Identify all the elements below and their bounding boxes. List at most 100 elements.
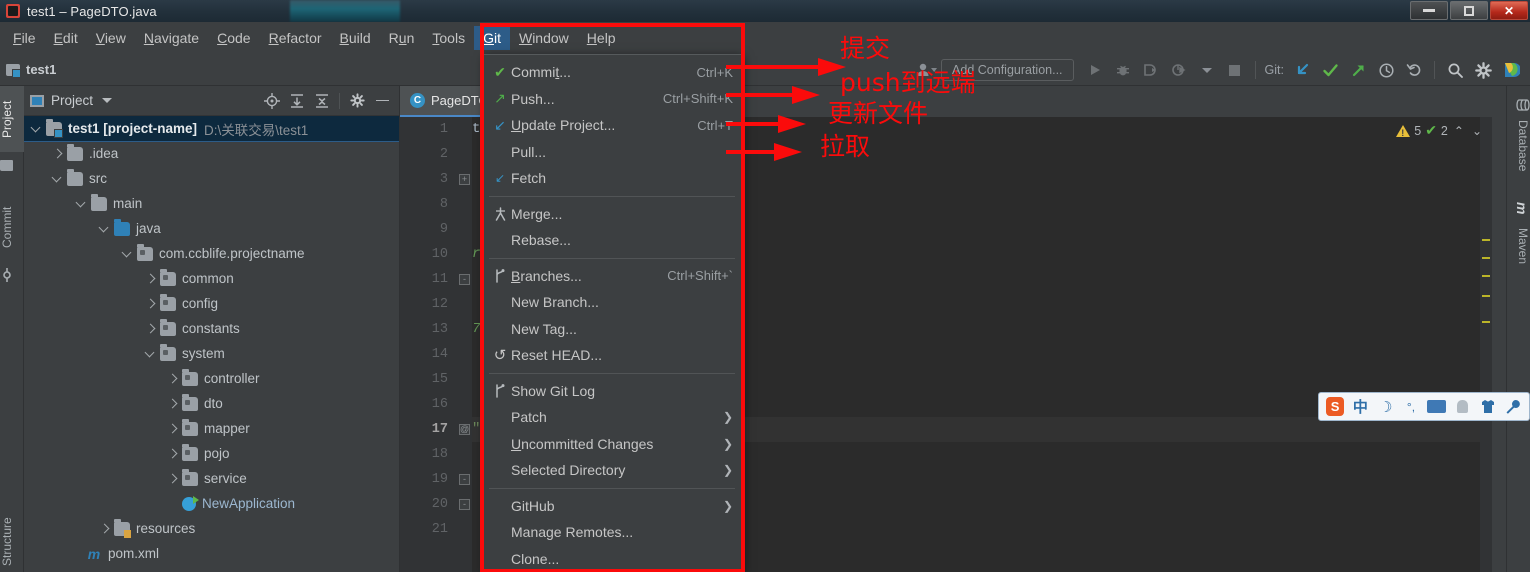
chevron-right-icon[interactable] <box>144 297 158 311</box>
editor-gutter[interactable]: 1 2 3 8 9 10 11 12 13 14 15 16 17 18 19 … <box>400 117 458 572</box>
chevron-right-icon[interactable] <box>166 397 180 411</box>
fold-marker[interactable]: - <box>459 474 470 485</box>
warning-marker[interactable] <box>1482 321 1490 323</box>
git-update-project-icon[interactable] <box>1289 58 1315 82</box>
sidebar-item-commit[interactable]: Commit <box>0 192 24 262</box>
fold-marker[interactable]: @ <box>459 424 470 435</box>
git-commit-icon[interactable] <box>1317 58 1343 82</box>
punctuation-icon[interactable]: °, <box>1402 400 1420 414</box>
tree-node-src[interactable]: src <box>24 166 399 191</box>
menu-file[interactable]: File <box>4 26 45 50</box>
menu-item-update-project[interactable]: ↙ Update Project... Ctrl+T <box>483 112 741 139</box>
menu-item-patch[interactable]: Patch ❯ <box>483 404 741 431</box>
tree-node-main[interactable]: main <box>24 191 399 216</box>
skin-icon[interactable] <box>1478 399 1496 414</box>
sidebar-item-database[interactable]: Database <box>1506 110 1530 182</box>
tree-node-resources[interactable]: resources <box>24 516 399 541</box>
menu-build[interactable]: Build <box>331 26 380 50</box>
tree-node-dto[interactable]: dto <box>24 391 399 416</box>
menu-item-selected-directory[interactable]: Selected Directory ❯ <box>483 457 741 484</box>
sogou-logo-icon[interactable]: S <box>1326 397 1345 416</box>
chevron-down-icon[interactable] <box>144 347 158 361</box>
menu-view[interactable]: View <box>87 26 135 50</box>
chinese-mode-icon[interactable]: 中 <box>1351 396 1369 417</box>
chevron-right-icon[interactable] <box>51 147 65 161</box>
menu-item-clone[interactable]: Clone... <box>483 546 741 572</box>
inspections-widget[interactable]: 5 ✔ 2 ⌃ ⌄ <box>1396 122 1484 139</box>
menu-item-fetch[interactable]: ↙ Fetch <box>483 165 741 192</box>
chevron-down-icon[interactable] <box>75 197 89 211</box>
add-configuration-button[interactable]: Add Configuration... <box>941 59 1074 81</box>
debug-icon[interactable] <box>1110 58 1136 82</box>
sidebar-item-project[interactable]: Project <box>0 86 24 152</box>
menu-item-uncommitted-changes[interactable]: Uncommitted Changes ❯ <box>483 431 741 458</box>
tree-node-newapplication[interactable]: NewApplication <box>24 491 399 516</box>
editor-fold-column[interactable]: + - @ - - <box>458 117 472 572</box>
chevron-right-icon[interactable] <box>144 272 158 286</box>
keyboard-icon[interactable] <box>1427 400 1447 413</box>
menu-item-new-branch[interactable]: New Branch... <box>483 289 741 316</box>
chevron-down-icon[interactable] <box>98 222 112 236</box>
chevron-down-icon[interactable] <box>30 122 44 136</box>
stop-icon[interactable] <box>1222 58 1248 82</box>
tree-node-pojo[interactable]: pojo <box>24 441 399 466</box>
run-icon[interactable] <box>1082 58 1108 82</box>
run-with-coverage-icon[interactable] <box>1138 58 1164 82</box>
prev-problem-icon[interactable]: ⌃ <box>1452 124 1466 138</box>
tree-node-constants[interactable]: constants <box>24 316 399 341</box>
menu-item-new-tag[interactable]: New Tag... <box>483 316 741 343</box>
sidebar-item-maven[interactable]: Maven <box>1506 218 1530 274</box>
history-icon[interactable] <box>1373 58 1399 82</box>
minimize-button[interactable] <box>1410 1 1448 20</box>
tree-node-package-root[interactable]: com.ccblife.projectname <box>24 241 399 266</box>
profiler-icon[interactable] <box>1166 58 1192 82</box>
tree-node-java[interactable]: java <box>24 216 399 241</box>
menu-code[interactable]: Code <box>208 26 259 50</box>
menu-item-rebase[interactable]: Rebase... <box>483 227 741 254</box>
menu-refactor[interactable]: Refactor <box>260 26 331 50</box>
git-push-icon[interactable] <box>1345 58 1371 82</box>
tree-node-service[interactable]: service <box>24 466 399 491</box>
fold-marker[interactable]: + <box>459 174 470 185</box>
warning-marker[interactable] <box>1482 295 1490 297</box>
chevron-right-icon[interactable] <box>98 522 112 536</box>
locate-icon[interactable] <box>261 90 283 112</box>
menu-item-push[interactable]: ↗ Push... Ctrl+Shift+K <box>483 86 741 113</box>
fold-marker[interactable]: - <box>459 274 470 285</box>
rollback-icon[interactable] <box>1401 58 1427 82</box>
tree-node-system[interactable]: system <box>24 341 399 366</box>
menu-item-branches[interactable]: Branches... Ctrl+Shift+` <box>483 263 741 290</box>
tree-node-pom-xml[interactable]: m pom.xml <box>24 541 399 566</box>
tree-node-test1[interactable]: test1 [project-name] D:\关联交易\test1 <box>24 116 399 142</box>
settings-gear-icon[interactable] <box>346 90 368 112</box>
maximize-button[interactable] <box>1450 1 1488 20</box>
ide-logo-icon[interactable] <box>1498 58 1524 82</box>
git-menu-dropdown[interactable]: ✔ Commit... Ctrl+K ↗ Push... Ctrl+Shift+… <box>482 54 742 572</box>
chevron-down-icon[interactable] <box>1194 58 1220 82</box>
menu-item-reset-head[interactable]: ↺ Reset HEAD... <box>483 342 741 369</box>
search-everywhere-icon[interactable] <box>1442 58 1468 82</box>
chevron-right-icon[interactable] <box>166 447 180 461</box>
breadcrumb[interactable]: test1 <box>26 62 56 77</box>
tree-node-controller[interactable]: controller <box>24 366 399 391</box>
chevron-right-icon[interactable] <box>144 322 158 336</box>
menu-edit[interactable]: Edit <box>45 26 87 50</box>
sidebar-item-structure[interactable]: Structure <box>0 512 24 572</box>
chevron-down-icon[interactable] <box>121 247 135 261</box>
warning-marker[interactable] <box>1482 257 1490 259</box>
user-icon[interactable] <box>1453 400 1471 413</box>
warning-marker[interactable] <box>1482 239 1490 241</box>
menu-window[interactable]: Window <box>510 26 578 50</box>
menu-item-merge[interactable]: Merge... <box>483 201 741 228</box>
menu-navigate[interactable]: Navigate <box>135 26 208 50</box>
menu-item-show-git-log[interactable]: Show Git Log <box>483 378 741 405</box>
menu-help[interactable]: Help <box>578 26 625 50</box>
menu-item-github[interactable]: GitHub ❯ <box>483 493 741 520</box>
warning-marker[interactable] <box>1482 275 1490 277</box>
menu-git[interactable]: Git <box>474 26 510 50</box>
menu-item-commit[interactable]: ✔ Commit... Ctrl+K <box>483 59 741 86</box>
project-tree[interactable]: test1 [project-name] D:\关联交易\test1 .idea… <box>24 116 399 572</box>
tree-node-mapper[interactable]: mapper <box>24 416 399 441</box>
menu-item-pull[interactable]: Pull... <box>483 139 741 166</box>
chevron-down-icon[interactable] <box>102 98 113 103</box>
